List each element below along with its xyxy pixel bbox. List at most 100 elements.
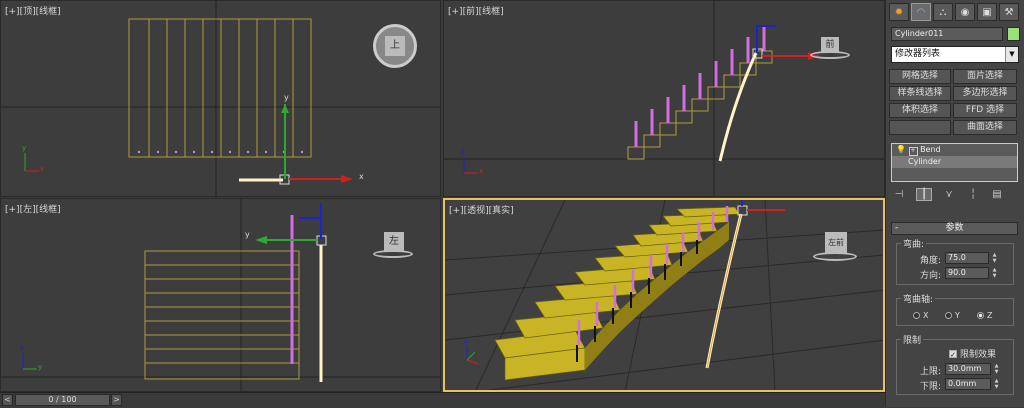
utilities-icon[interactable]: ⚒ <box>999 3 1019 21</box>
angle-label: 角度: <box>919 256 941 266</box>
viewcube-face[interactable]: 上 <box>385 36 405 56</box>
lower-limit-label: 下限: <box>919 382 941 392</box>
object-name-field[interactable]: Cylinder011 <box>891 27 1003 41</box>
poly-select-button[interactable]: 多边形选择 <box>953 86 1017 101</box>
bend-group-title: 弯曲: <box>901 237 927 250</box>
direction-field[interactable]: 90.0 <box>945 267 989 279</box>
angle-spinner-icon[interactable]: ▲ ▼ <box>991 252 998 264</box>
time-slider-bar: < 0 / 100 > <box>0 392 885 408</box>
viewcube-face-label: 左 <box>389 236 399 247</box>
command-panel: ✹ ◠ ⛬ ◉ ▣ ⚒ Cylinder011 修改器列表 ▼ 网格选择 面片选… <box>885 0 1024 407</box>
direction-spinner-icon[interactable]: ▲ ▼ <box>991 267 998 279</box>
corner-axis-x: x <box>40 165 45 173</box>
mesh-select-button[interactable]: 网格选择 <box>889 69 951 84</box>
limits-title: 限制 <box>901 333 924 346</box>
viewport-left-label[interactable]: [+][左][线框] <box>5 202 61 215</box>
surface-select-button[interactable]: 曲面选择 <box>953 120 1017 135</box>
radio-dot[interactable] <box>913 312 920 319</box>
motion-icon[interactable]: ◉ <box>955 3 975 21</box>
display-icon[interactable]: ▣ <box>977 3 997 21</box>
upper-limit-label: 上限: <box>919 367 941 377</box>
make-unique-icon[interactable]: ⋎ <box>942 189 956 200</box>
upper-spinner-icon[interactable]: ▲ ▼ <box>993 363 1000 375</box>
viewcube-face[interactable]: 左 <box>384 232 404 252</box>
radio-dot-selected[interactable] <box>977 312 984 319</box>
axis-z-label: Z <box>987 311 993 320</box>
time-slider[interactable]: 0 / 100 <box>15 394 110 406</box>
corner-axis-y: y <box>38 363 43 371</box>
left-view-scene <box>1 199 440 391</box>
corner-axis-y: y <box>22 144 27 152</box>
viewcube-face-label: 左前 <box>828 238 844 247</box>
upper-limit-field[interactable]: 30.0mm <box>945 363 991 375</box>
bend-axis-title: 弯曲轴: <box>901 292 936 305</box>
viewcube-face[interactable]: 左前 <box>825 232 847 254</box>
viewport-perspective-label[interactable]: [+][透视][真实] <box>449 203 514 216</box>
axis-y-label: Y <box>955 311 960 320</box>
viewcube-face-label: 前 <box>825 40 835 50</box>
ffd-select-button[interactable]: FFD 选择 <box>953 103 1017 118</box>
limit-effect-checkbox[interactable]: ✓ 限制效果 <box>949 347 996 360</box>
viewcube-perspective[interactable]: 左前 <box>813 230 857 262</box>
collapse-icon[interactable]: - <box>895 223 898 234</box>
perspective-scene <box>445 200 883 390</box>
corner-axis-x: x <box>479 167 484 175</box>
viewcube-face[interactable]: 前 <box>821 37 839 53</box>
configure-sets-icon[interactable]: ▤ <box>990 189 1004 200</box>
command-panel-tabs: ✹ ◠ ⛬ ◉ ▣ ⚒ <box>889 3 1019 21</box>
viewport-front[interactable]: [+][前][线框] z x 前 <box>443 0 885 197</box>
show-end-result-icon[interactable]: ┃ <box>916 187 932 201</box>
bend-axis-group: 弯曲轴: X Y Z <box>896 292 1014 326</box>
axis-x-radio[interactable]: X <box>913 311 928 320</box>
stack-item-bend[interactable]: 💡 + Bend <box>892 144 1017 156</box>
viewport-left[interactable]: [+][左][线框] y z y 左 <box>0 198 441 392</box>
axis-z-radio[interactable]: Z <box>977 311 992 320</box>
bulb-icon[interactable]: 💡 <box>896 145 906 154</box>
chevron-down-icon[interactable]: ▼ <box>1005 47 1018 62</box>
viewcube-face-label: 上 <box>390 40 400 51</box>
limit-effect-label: 限制效果 <box>960 350 997 360</box>
viewport-perspective[interactable]: [+][透视][真实] z 左前 <box>443 198 885 392</box>
modifier-list-dropdown[interactable]: 修改器列表 ▼ <box>891 46 1019 63</box>
viewport-top[interactable]: [+][顶][线框] y x y x 上 <box>0 0 441 197</box>
create-icon[interactable]: ✹ <box>889 3 909 21</box>
bend-group: 弯曲: 角度: 75.0 ▲ ▼ 方向: 90.0 ▲ ▼ <box>896 237 1014 285</box>
top-view-scene <box>1 1 440 196</box>
next-frame-button[interactable]: > <box>111 394 122 406</box>
checkmark-icon[interactable]: ✓ <box>949 349 957 359</box>
viewcube-top[interactable]: 上 <box>373 24 417 68</box>
limits-group: 限制 ✓ 限制效果 上限: 30.0mm ▲ ▼ 下限: 0.0mm ▲ ▼ <box>896 333 1014 395</box>
lower-limit-field[interactable]: 0.0mm <box>945 378 991 390</box>
object-color-swatch[interactable] <box>1007 27 1020 41</box>
viewport-front-label[interactable]: [+][前][线框] <box>448 4 504 17</box>
empty-select-button[interactable] <box>889 120 951 135</box>
modifier-stack: 💡 + Bend Cylinder <box>891 143 1018 182</box>
volume-select-button[interactable]: 体积选择 <box>889 103 951 118</box>
stack-item-cylinder[interactable]: Cylinder <box>892 156 1017 168</box>
front-view-scene <box>444 1 884 196</box>
viewcube-front[interactable]: 前 <box>810 37 850 61</box>
viewport-top-label[interactable]: [+][顶][线框] <box>5 4 61 17</box>
viewcube-left[interactable]: 左 <box>373 232 413 260</box>
spline-select-button[interactable]: 样条线选择 <box>889 86 951 101</box>
corner-axis-z: z <box>464 337 468 345</box>
prev-frame-button[interactable]: < <box>2 394 13 406</box>
corner-axis-z: z <box>461 148 465 156</box>
stack-item-label: Bend <box>920 145 941 154</box>
angle-field[interactable]: 75.0 <box>945 252 989 264</box>
patch-select-button[interactable]: 面片选择 <box>953 69 1017 84</box>
lower-spinner-icon[interactable]: ▲ ▼ <box>993 378 1000 390</box>
direction-label: 方向: <box>919 271 941 281</box>
parameters-title: 参数 <box>945 223 964 233</box>
parameters-rollout-header[interactable]: - 参数 <box>891 222 1018 235</box>
gizmo-y-label: y <box>245 230 250 239</box>
stack-item-label: Cylinder <box>908 157 942 166</box>
modify-icon[interactable]: ◠ <box>911 3 931 21</box>
axis-y-radio[interactable]: Y <box>945 311 960 320</box>
radio-dot[interactable] <box>945 312 952 319</box>
pin-stack-icon[interactable]: ⊣ <box>892 189 906 200</box>
stack-toolbar: ⊣ ┃ ⋎ ╎ ▤ <box>892 186 1019 202</box>
remove-modifier-icon[interactable]: ╎ <box>966 189 980 200</box>
expand-plus-icon[interactable]: + <box>908 147 918 156</box>
hierarchy-icon[interactable]: ⛬ <box>933 3 953 21</box>
